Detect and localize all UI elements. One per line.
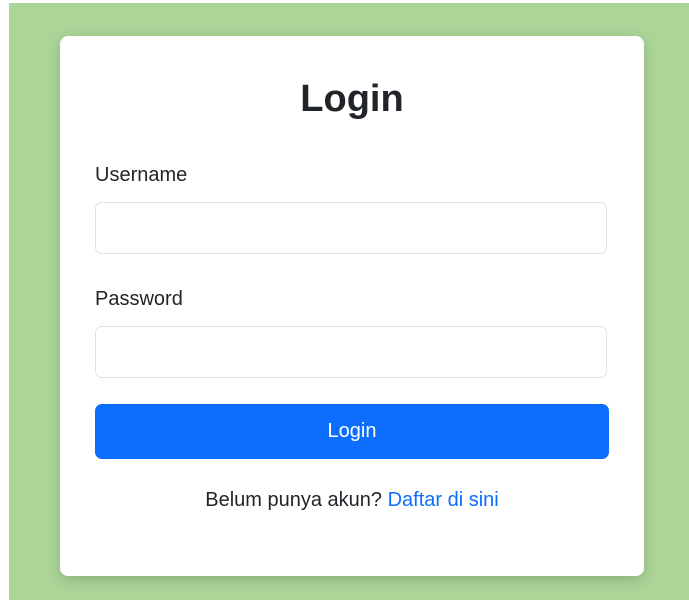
register-link[interactable]: Daftar di sini <box>388 489 499 511</box>
password-label: Password <box>95 288 183 310</box>
login-button[interactable]: Login <box>95 404 609 459</box>
username-input[interactable] <box>95 202 607 254</box>
login-title: Login <box>300 78 404 120</box>
login-card: Login Username Password Login Belum puny… <box>60 36 644 576</box>
password-input[interactable] <box>95 326 607 378</box>
register-prompt: Belum punya akun? Daftar di sini <box>60 488 644 512</box>
register-prompt-text: Belum punya akun? <box>205 489 383 511</box>
username-label: Username <box>95 164 188 186</box>
